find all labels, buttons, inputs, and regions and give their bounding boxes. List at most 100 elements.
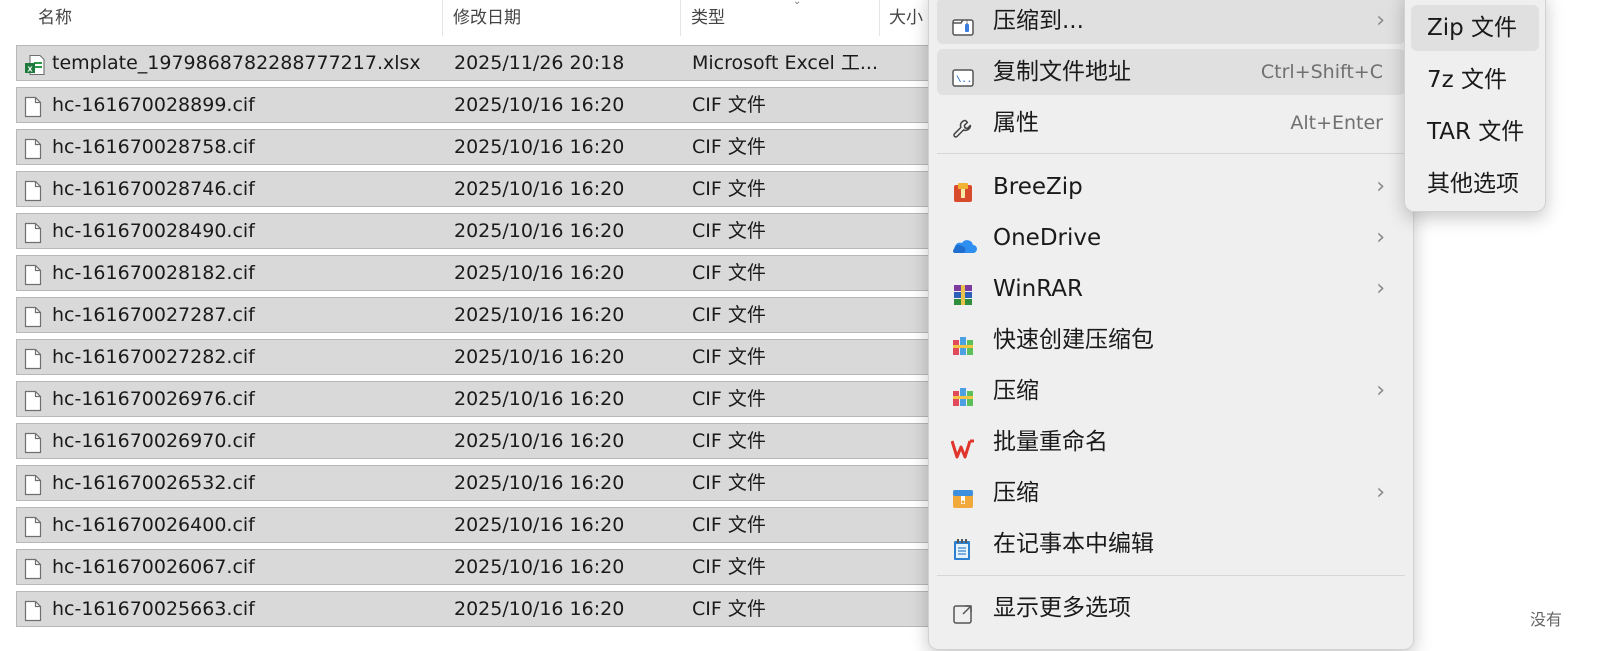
file-date: 2025/10/16 16:20 bbox=[454, 472, 625, 494]
file-type: Microsoft Excel 工... bbox=[692, 52, 878, 74]
file-date: 2025/10/16 16:20 bbox=[454, 388, 625, 410]
menu-item-label: 复制文件地址 bbox=[993, 59, 1131, 85]
column-header-name[interactable]: 名称 bbox=[28, 0, 442, 36]
menu-item[interactable]: 压缩 › bbox=[937, 368, 1405, 414]
menu-item[interactable]: 属性 Alt+Enter bbox=[937, 100, 1405, 146]
menu-item[interactable]: \.. 复制文件地址 Ctrl+Shift+C bbox=[937, 49, 1405, 95]
file-name: hc-161670028746.cif bbox=[52, 178, 255, 200]
document-icon bbox=[24, 305, 42, 339]
menu-item[interactable]: 压缩到... › bbox=[937, 0, 1405, 44]
file-row[interactable]: hc-161670027287.cif 2025/10/16 16:20 CIF 文… bbox=[16, 297, 960, 333]
submenu-item[interactable]: Zip 文件 bbox=[1411, 5, 1539, 51]
document-icon bbox=[24, 431, 42, 465]
file-name: hc-161670028758.cif bbox=[52, 136, 255, 158]
file-name: hc-161670028490.cif bbox=[52, 220, 255, 242]
file-row[interactable]: hc-161670025663.cif 2025/10/16 16:20 CIF 文… bbox=[16, 591, 960, 627]
chevron-right-icon: › bbox=[1376, 276, 1385, 301]
file-type: CIF 文件 bbox=[692, 346, 766, 368]
file-name: hc-161670026400.cif bbox=[52, 514, 255, 536]
file-row[interactable]: hc-161670027282.cif 2025/10/16 16:20 CIF 文… bbox=[16, 339, 960, 375]
notepad-icon bbox=[951, 532, 975, 560]
file-type: CIF 文件 bbox=[692, 178, 766, 200]
file-name: hc-161670026067.cif bbox=[52, 556, 255, 578]
file-date: 2025/10/16 16:20 bbox=[454, 430, 625, 452]
submenu-item[interactable]: 其他选项 bbox=[1411, 161, 1539, 207]
winrar-icon bbox=[951, 277, 975, 305]
document-icon bbox=[24, 347, 42, 381]
chevron-right-icon: › bbox=[1376, 174, 1385, 199]
compress-to-submenu: Zip 文件 7z 文件 TAR 文件 其他选项 bbox=[1404, 0, 1546, 212]
file-row[interactable]: hc-161670028490.cif 2025/10/16 16:20 CIF 文… bbox=[16, 213, 960, 249]
column-header-type[interactable]: 类型 bbox=[681, 0, 879, 36]
file-row[interactable]: hc-161670028758.cif 2025/10/16 16:20 CIF 文… bbox=[16, 129, 960, 165]
submenu-item-label: 其他选项 bbox=[1427, 171, 1519, 197]
file-row[interactable]: hc-161670026400.cif 2025/10/16 16:20 CIF 文… bbox=[16, 507, 960, 543]
menu-item[interactable]: 显示更多选项 bbox=[937, 585, 1405, 631]
sort-caret-icon: ⌄ bbox=[793, 0, 802, 7]
file-date: 2025/10/16 16:20 bbox=[454, 262, 625, 284]
file-row[interactable]: hc-161670028182.cif 2025/10/16 16:20 CIF 文… bbox=[16, 255, 960, 291]
menu-item-label: 压缩到... bbox=[993, 8, 1084, 34]
file-row[interactable]: x template_1979868782288777217.xlsx 2025/1… bbox=[16, 45, 962, 81]
submenu-item[interactable]: TAR 文件 bbox=[1411, 109, 1539, 155]
file-row[interactable]: hc-161670026970.cif 2025/10/16 16:20 CIF 文… bbox=[16, 423, 960, 459]
document-icon bbox=[24, 599, 42, 633]
document-icon bbox=[24, 137, 42, 171]
excel-file-icon: x bbox=[24, 53, 46, 87]
document-icon bbox=[24, 221, 42, 255]
menu-item[interactable]: BreeZip › bbox=[937, 164, 1405, 210]
chevron-right-icon: › bbox=[1376, 8, 1385, 33]
menu-separator bbox=[937, 153, 1405, 154]
file-type: CIF 文件 bbox=[692, 136, 766, 158]
chevron-right-icon: › bbox=[1376, 225, 1385, 250]
file-name: template_1979868782288777217.xlsx bbox=[52, 52, 421, 74]
menu-item-shortcut: Ctrl+Shift+C bbox=[1260, 61, 1383, 83]
menu-item-label: 压缩 bbox=[993, 378, 1039, 404]
chevron-right-icon: › bbox=[1376, 480, 1385, 505]
menu-item[interactable]: WinRAR › bbox=[937, 266, 1405, 312]
file-row[interactable]: hc-161670026976.cif 2025/10/16 16:20 CIF 文… bbox=[16, 381, 960, 417]
chevron-right-icon: › bbox=[1376, 378, 1385, 403]
file-date: 2025/10/16 16:20 bbox=[454, 178, 625, 200]
document-icon bbox=[24, 515, 42, 549]
document-icon bbox=[24, 95, 42, 129]
file-type: CIF 文件 bbox=[692, 262, 766, 284]
menu-item-label: 压缩 bbox=[993, 480, 1039, 506]
status-corner-text: 没有 bbox=[1530, 610, 1563, 629]
onedrive-icon bbox=[951, 226, 977, 253]
file-name: hc-161670026970.cif bbox=[52, 430, 255, 452]
file-date: 2025/10/16 16:20 bbox=[454, 136, 625, 158]
menu-item-label: OneDrive bbox=[993, 225, 1102, 251]
file-row[interactable]: hc-161670026532.cif 2025/10/16 16:20 CIF 文… bbox=[16, 465, 960, 501]
file-row[interactable]: hc-161670028746.cif 2025/10/16 16:20 CIF 文… bbox=[16, 171, 960, 207]
file-date: 2025/10/16 16:20 bbox=[454, 94, 625, 116]
file-date: 2025/10/16 16:20 bbox=[454, 220, 625, 242]
menu-item[interactable]: 批量重命名 bbox=[937, 419, 1405, 465]
menu-item-label: 在记事本中编辑 bbox=[993, 531, 1154, 557]
file-row[interactable]: hc-161670028899.cif 2025/10/16 16:20 CIF 文… bbox=[16, 87, 960, 123]
menu-item[interactable]: OneDrive › bbox=[937, 215, 1405, 261]
submenu-item-label: TAR 文件 bbox=[1427, 119, 1525, 145]
menu-item[interactable]: 在记事本中编辑 bbox=[937, 521, 1405, 567]
wrench-icon bbox=[951, 111, 975, 138]
menu-item[interactable]: 快速创建压缩包 bbox=[937, 317, 1405, 363]
zip-archive-icon bbox=[951, 481, 975, 508]
menu-separator bbox=[937, 575, 1405, 576]
file-date: 2025/10/16 16:20 bbox=[454, 304, 625, 326]
menu-item-label: 批量重命名 bbox=[993, 429, 1108, 455]
column-header-date[interactable]: 修改日期 bbox=[443, 0, 680, 36]
copy-path-icon: \.. bbox=[951, 60, 975, 87]
breezip-icon bbox=[951, 175, 975, 202]
file-type: CIF 文件 bbox=[692, 430, 766, 452]
wps-icon bbox=[950, 430, 975, 459]
menu-item-label: 快速创建压缩包 bbox=[993, 327, 1154, 353]
submenu-item[interactable]: 7z 文件 bbox=[1411, 57, 1539, 103]
menu-item[interactable]: 压缩 › bbox=[937, 470, 1405, 516]
menu-item-label: WinRAR bbox=[993, 276, 1083, 302]
file-name: hc-161670026976.cif bbox=[52, 388, 255, 410]
compress-books-icon bbox=[951, 379, 975, 406]
menu-item-label: 显示更多选项 bbox=[993, 595, 1131, 621]
file-row[interactable]: hc-161670026067.cif 2025/10/16 16:20 CIF 文… bbox=[16, 549, 960, 585]
file-type: CIF 文件 bbox=[692, 94, 766, 116]
file-type: CIF 文件 bbox=[692, 388, 766, 410]
